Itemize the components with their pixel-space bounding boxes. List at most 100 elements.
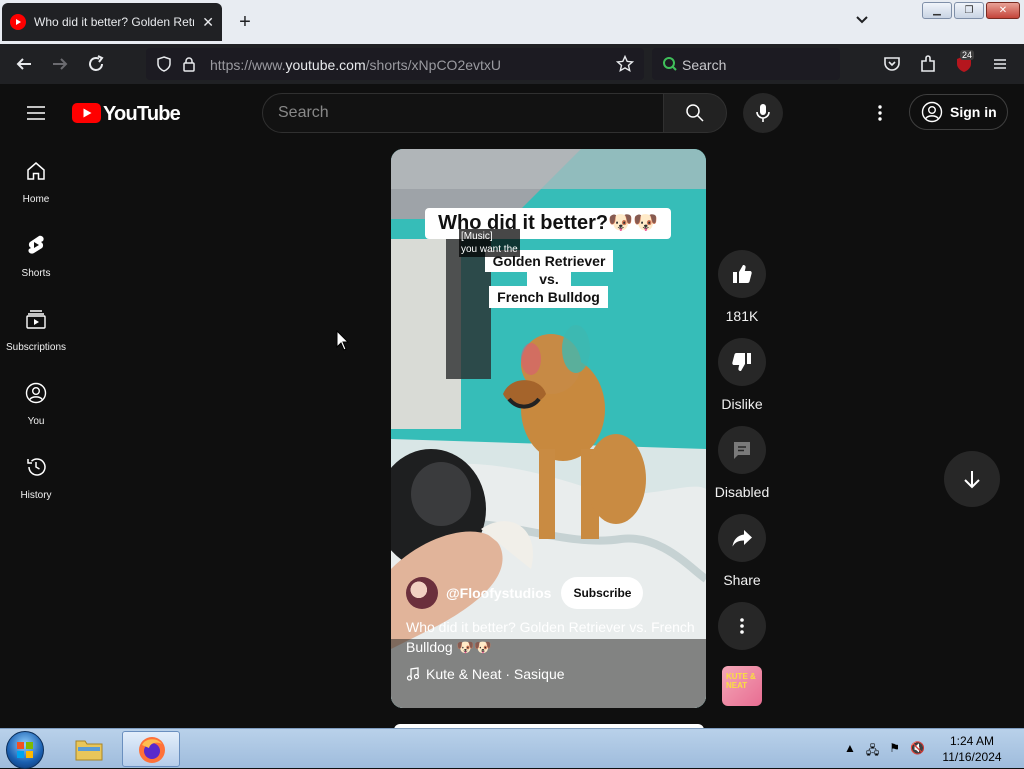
reload-icon[interactable] <box>86 54 106 74</box>
music-track-label: Kute & Neat · Sasique <box>426 666 565 682</box>
window-controls: ▁ ❐ ✕ <box>922 2 1020 19</box>
new-tab-button[interactable]: + <box>234 11 256 33</box>
close-window-button[interactable]: ✕ <box>986 2 1020 19</box>
browser-search-label: Search <box>682 57 727 73</box>
youtube-favicon-icon <box>10 14 26 30</box>
browser-tab-active[interactable]: Who did it better? Golden Retriever vs. … <box>2 3 222 41</box>
comment-icon <box>731 439 753 461</box>
next-short-button[interactable] <box>944 451 1000 507</box>
clock-time: 1:24 AM <box>949 734 995 748</box>
overlay-line-french-bulldog: French Bulldog <box>489 286 608 308</box>
guide-menu-icon[interactable] <box>26 103 46 123</box>
sound-thumbnail-button[interactable]: KUTE & NEAT <box>722 666 762 706</box>
youtube-search-box <box>262 93 664 133</box>
tab-title: Who did it better? Golden Retriever vs. … <box>34 15 195 29</box>
comments-circle[interactable] <box>718 426 766 474</box>
share-arrow-icon <box>731 527 753 549</box>
guide-label-subscriptions: Subscriptions <box>5 342 67 353</box>
video-description[interactable]: Who did it better? Golden Retriever vs. … <box>406 617 696 657</box>
sign-in-button[interactable]: Sign in <box>909 94 1008 130</box>
arrow-down-icon <box>961 468 983 490</box>
windows-logo-icon <box>16 741 34 759</box>
taskbar-clock[interactable]: 1:24 AM 11/16/2024 <box>940 733 1004 765</box>
guide-item-subscriptions[interactable]: Subscriptions <box>0 308 72 378</box>
taskbar-firefox[interactable] <box>122 731 180 767</box>
folder-icon <box>74 735 104 763</box>
extension-badge: 24 <box>960 50 975 60</box>
start-button[interactable] <box>6 731 44 769</box>
network-icon[interactable]: 🖧 <box>866 741 879 762</box>
list-all-tabs-icon[interactable] <box>854 12 870 28</box>
firefox-icon <box>137 735 167 765</box>
forward-icon[interactable] <box>50 54 70 74</box>
more-actions-button[interactable] <box>708 602 776 650</box>
taskbar-file-explorer[interactable] <box>60 731 118 767</box>
hamburger-menu-icon[interactable] <box>990 54 1010 74</box>
youtube-header: YouTube Sign in <box>0 84 1024 142</box>
shorts-video-player[interactable]: Who did it better?🐶🐶 Golden Retriever vs… <box>391 149 706 708</box>
guide-item-home[interactable]: Home <box>0 160 72 230</box>
guide-item-shorts[interactable]: Shorts <box>0 234 72 304</box>
back-icon[interactable] <box>14 54 34 74</box>
guide-item-history[interactable]: History <box>0 456 72 526</box>
subscriptions-icon <box>25 308 47 330</box>
dislike-button[interactable]: Dislike <box>708 338 776 412</box>
dislike-circle[interactable] <box>718 338 766 386</box>
bookmark-star-icon[interactable] <box>616 55 634 73</box>
share-circle[interactable] <box>718 514 766 562</box>
volume-muted-icon[interactable]: 🔇 <box>910 741 925 762</box>
more-actions-circle[interactable] <box>718 602 766 650</box>
extensions-puzzle-icon[interactable] <box>918 54 938 74</box>
more-options-vertical-icon[interactable] <box>870 103 890 123</box>
subscribe-button[interactable]: Subscribe <box>561 577 644 609</box>
youtube-search-input[interactable] <box>263 94 663 132</box>
thumbs-down-icon <box>731 351 753 373</box>
channel-name-link[interactable]: @Floofystudios <box>446 585 551 601</box>
minimize-button[interactable]: ▁ <box>922 2 952 19</box>
shorts-icon <box>25 234 47 256</box>
browser-tab-bar: Who did it better? Golden Retriever vs. … <box>0 0 1024 44</box>
tab-close-icon[interactable]: ✕ <box>202 14 214 31</box>
guide-label-home: Home <box>22 194 50 205</box>
url-text: https://www.youtube.com/shorts/xNpCO2evt… <box>210 57 502 73</box>
comments-disabled-label: Disabled <box>714 484 770 500</box>
pocket-icon[interactable] <box>882 54 902 74</box>
youtube-wordmark[interactable]: YouTube <box>103 103 181 126</box>
home-icon <box>25 160 47 182</box>
music-note-icon <box>406 667 420 681</box>
channel-row: @Floofystudios Subscribe <box>406 577 644 609</box>
system-tray: ▲ 🖧 ⚑ 🔇 <box>844 741 925 762</box>
share-button[interactable]: Share <box>708 514 776 588</box>
music-attribution-row[interactable]: Kute & Neat · Sasique <box>406 666 565 682</box>
mouse-cursor-icon <box>336 330 350 352</box>
guide-item-you[interactable]: You <box>0 382 72 452</box>
caption-line-2: you want the <box>461 244 518 255</box>
action-center-flag-icon[interactable]: ⚑ <box>889 741 900 762</box>
closed-caption: [Music] you want the <box>459 229 520 257</box>
comments-button[interactable]: Disabled <box>708 426 776 500</box>
windows-taskbar: ▲ 🖧 ⚑ 🔇 1:24 AM 11/16/2024 <box>0 728 1024 769</box>
lock-icon[interactable] <box>182 56 196 72</box>
browser-search-box[interactable]: Search <box>652 48 840 80</box>
tray-expand-icon[interactable]: ▲ <box>844 741 856 762</box>
microphone-icon <box>754 103 772 123</box>
search-engine-icon <box>662 56 678 72</box>
tracking-shield-icon[interactable] <box>156 56 172 72</box>
search-icon <box>685 103 705 123</box>
caption-line-1: [Music] <box>461 231 493 242</box>
clock-date: 11/16/2024 <box>942 750 1002 764</box>
channel-avatar[interactable] <box>406 577 438 609</box>
more-vertical-icon <box>732 616 752 636</box>
guide-label-shorts: Shorts <box>21 268 51 279</box>
like-circle[interactable] <box>718 250 766 298</box>
youtube-search-button[interactable] <box>663 93 727 133</box>
youtube-logo-icon[interactable] <box>72 103 101 123</box>
address-bar[interactable]: https://www.youtube.com/shorts/xNpCO2evt… <box>146 48 644 80</box>
like-count: 181K <box>725 308 759 324</box>
share-label: Share <box>723 572 761 588</box>
sound-thumbnail-text: KUTE & NEAT <box>726 672 756 690</box>
like-button[interactable]: 181K <box>708 250 776 324</box>
dislike-label: Dislike <box>721 396 763 412</box>
voice-search-button[interactable] <box>743 93 783 133</box>
restore-button[interactable]: ❐ <box>954 2 984 19</box>
